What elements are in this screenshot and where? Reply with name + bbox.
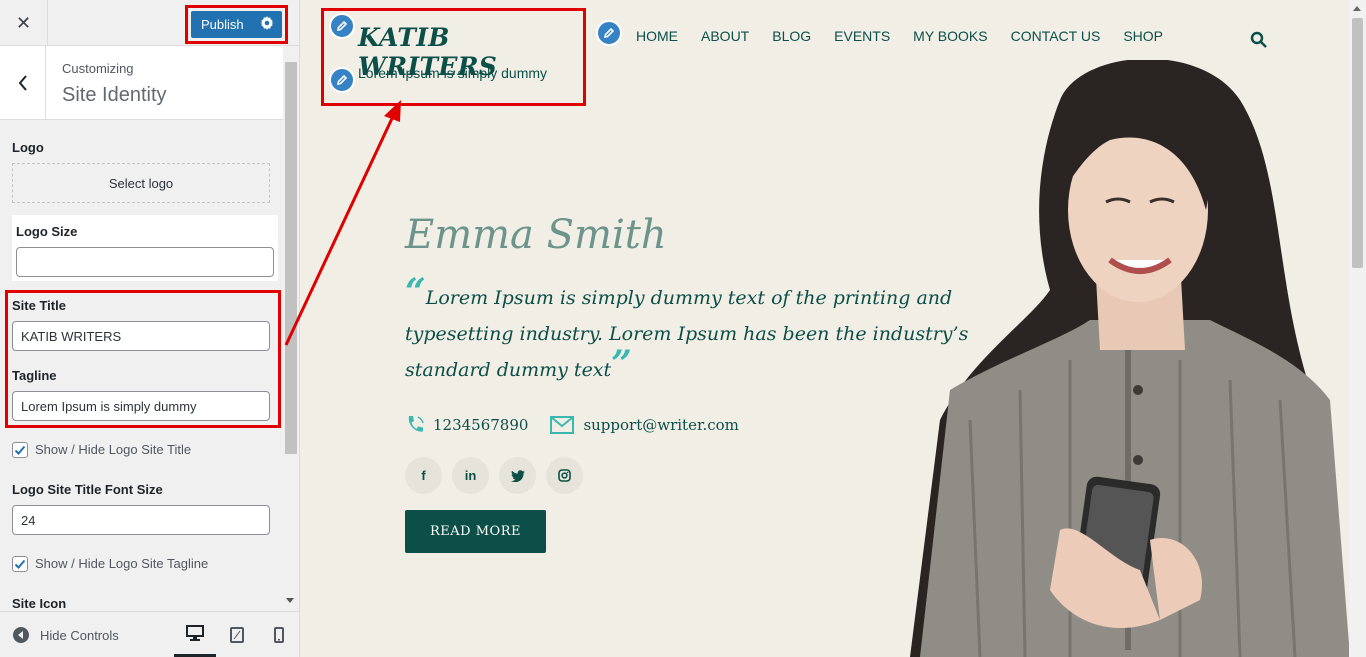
search-icon[interactable] [1250,31,1268,49]
sidebar-scroll-thumb[interactable] [285,62,297,454]
show-tagline-label: Show / Hide Logo Site Tagline [35,556,209,571]
nav-item-blog[interactable]: BLOG [772,28,811,44]
edit-menu-button[interactable] [596,20,622,46]
hero-email[interactable]: support@writer.com [583,416,738,434]
hero-contact: 1234567890 support@writer.com [405,414,739,436]
site-title-label: Site Title [12,298,66,313]
logo-size-label: Logo Size [16,224,78,239]
nav-item-events[interactable]: EVENTS [834,28,890,44]
facebook-link[interactable]: f [405,457,442,494]
close-icon: ✕ [15,12,32,34]
nav-item-shop[interactable]: SHOP [1123,28,1163,44]
social-links: f in [405,457,583,494]
desktop-preview-button[interactable] [174,612,216,657]
instagram-icon [558,469,571,482]
nav-item-about[interactable]: ABOUT [701,28,749,44]
desktop-icon [186,625,204,641]
nav-item-home[interactable]: HOME [636,28,678,44]
edit-title-button[interactable] [329,13,355,39]
edit-tagline-button[interactable] [329,67,355,93]
section-title: Site Identity [62,84,167,106]
logo-label: Logo [12,140,44,155]
show-title-checkbox[interactable] [12,442,28,458]
back-button[interactable] [0,46,46,119]
hero-phone[interactable]: 1234567890 [433,416,528,434]
logo-size-input[interactable] [16,247,274,277]
tagline-input[interactable]: Lorem Ipsum is simply dummy [12,391,270,421]
nav-item-my-books[interactable]: MY BOOKS [913,28,987,44]
mail-icon [550,416,575,434]
phone-icon [408,416,424,432]
checkmark-icon [14,445,26,455]
read-more-button[interactable]: READ MORE [405,510,546,553]
publish-button[interactable]: Publish [191,11,282,38]
mobile-icon [274,627,284,643]
scroll-down-icon[interactable] [286,598,294,603]
linkedin-link[interactable]: in [452,457,489,494]
logo-size-box: Logo Size [12,215,278,281]
main-nav: HOME ABOUT BLOG EVENTS MY BOOKS CONTACT … [636,28,1163,44]
show-tagline-checkbox[interactable] [12,556,28,572]
select-logo-button[interactable]: Select logo [12,163,270,203]
hide-controls-button[interactable]: Hide Controls [13,627,119,643]
site-title-input[interactable]: KATIB WRITERS [12,321,270,351]
hero-quote-text: Lorem Ipsum is simply dummy text of the … [405,287,969,381]
facebook-icon: f [421,468,426,483]
preview-scrollbar[interactable] [1349,0,1366,657]
customizer-footer: Hide Controls [0,611,299,657]
site-branding-highlight: KATIB WRITERS Lorem Ipsum is simply dumm… [321,8,586,106]
preview-scroll-thumb[interactable] [1352,18,1363,268]
chevron-left-icon [18,74,27,91]
tagline-label: Tagline [12,368,57,383]
font-size-label: Logo Site Title Font Size [12,482,163,497]
mobile-preview-button[interactable] [258,612,299,657]
font-size-input[interactable]: 24 [12,505,270,535]
show-title-label: Show / Hide Logo Site Title [35,442,192,457]
close-quote-icon: ” [611,343,632,385]
section-header: Customizing Site Identity [0,46,283,120]
tablet-icon [230,627,244,643]
gear-icon[interactable] [260,16,274,30]
customizer-topbar: ✕ Publish [0,0,299,46]
nav-item-contact-us[interactable]: CONTACT US [1011,28,1101,44]
collapse-arrow-icon [13,627,29,643]
scroll-up-icon[interactable] [1353,6,1361,11]
hide-controls-label: Hide Controls [40,627,119,643]
instagram-link[interactable] [546,457,583,494]
site-tagline: Lorem Ipsum is simply dummy [358,65,548,81]
hero-quote: “Lorem Ipsum is simply dummy text of the… [405,274,1035,388]
site-icon-label: Site Icon [12,596,67,611]
breadcrumb: Customizing [62,61,134,76]
site-preview: KATIB WRITERS Lorem Ipsum is simply dumm… [300,0,1366,657]
linkedin-icon: in [464,468,477,483]
open-quote-icon: “ [405,271,426,313]
hero-name: Emma Smith [405,212,667,258]
tablet-preview-button[interactable] [216,612,258,657]
twitter-link[interactable] [499,457,536,494]
twitter-icon [510,469,525,482]
pencil-icon [336,74,348,86]
checkmark-icon [14,559,26,569]
pencil-icon [336,20,348,32]
publish-highlight: Publish [185,5,288,44]
close-customizer-button[interactable]: ✕ [0,0,48,46]
pencil-icon [603,27,615,39]
publish-label: Publish [201,17,244,32]
customizer-sidebar: ✕ Publish Customizing Site Identity Logo… [0,0,300,657]
